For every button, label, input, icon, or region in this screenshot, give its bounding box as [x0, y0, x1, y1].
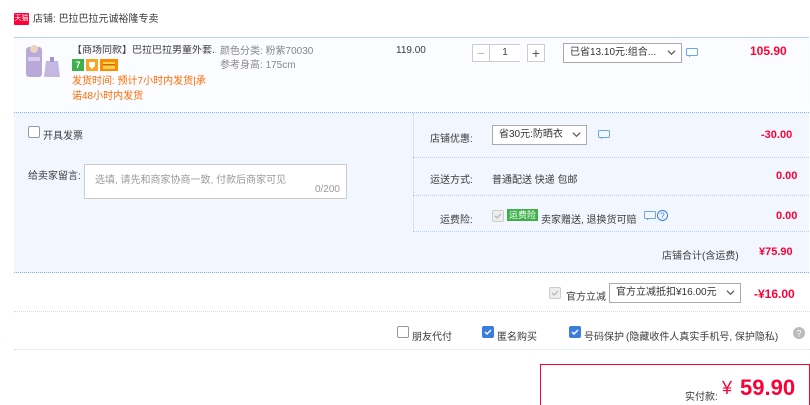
shipping-promise-line1: 发货时间: 预计7小时内发货|承: [72, 76, 206, 87]
total-label: 实付款:: [685, 392, 718, 403]
invoice-label: 开具发票: [43, 131, 83, 142]
shipping-method: 普通配送 快递 包邮: [492, 175, 578, 186]
chevron-down-icon: [726, 290, 735, 296]
message-label: 给卖家留言:: [28, 171, 81, 182]
product-thumbnail[interactable]: [24, 43, 62, 81]
shipping-cost: 0.00: [776, 170, 798, 182]
insurance-checkbox: [492, 210, 504, 222]
size-label: 参考身高:: [220, 60, 263, 71]
shipping-promise: 发货时间: 预计7小时内发货|承 诺48小时内发货: [72, 74, 206, 104]
official-discount-select[interactable]: 官方立减抵扣¥16.00元: [609, 283, 741, 303]
options-row-divider: [413, 231, 809, 232]
item-promo-select[interactable]: 已省13.10元:组合...: [563, 43, 682, 63]
insurance-cost: 0.00: [776, 210, 798, 222]
product-title[interactable]: 【商场同款】巴拉巴拉男童外套...: [72, 45, 216, 57]
size-value: 175cm: [265, 60, 296, 71]
friend-pay-checkbox[interactable]: [397, 326, 409, 338]
seven-day-return-icon: 7: [72, 59, 84, 71]
number-protect-label: 号码保护: [584, 332, 624, 343]
official-discount-label: 官方立减: [566, 292, 606, 303]
shipping-promise-line2: 诺48小时内发货: [72, 91, 144, 102]
official-discount-checkbox: [549, 287, 561, 299]
anonymous-label: 匿名购买: [497, 332, 537, 343]
section-divider: [14, 311, 810, 312]
color-value: 粉紫70030: [265, 46, 314, 57]
shop-discount-select[interactable]: 省30元:防晒衣: [492, 125, 587, 145]
shop-label: 店铺:: [33, 14, 56, 25]
message-textarea[interactable]: 选填, 请先和商家协商一致, 付款后商家可见 0/200: [84, 164, 347, 199]
options-row-divider: [413, 157, 809, 158]
svg-text:?: ?: [660, 212, 665, 221]
help-icon[interactable]: ?: [657, 210, 668, 221]
quantity-input[interactable]: 1: [490, 44, 520, 62]
friend-pay-label: 朋友代付: [412, 332, 452, 343]
official-discount-value: -¥16.00: [754, 287, 795, 301]
guarantee-icon: [86, 59, 98, 71]
svg-text:?: ?: [796, 329, 801, 339]
message-placeholder: 选填, 请先和商家协商一致, 付款后商家可见: [95, 175, 287, 186]
section-divider: [14, 349, 810, 350]
invoice-checkbox[interactable]: [28, 126, 40, 138]
options-row-divider: [413, 195, 809, 196]
shipping-label: 运送方式:: [430, 175, 473, 186]
official-discount-select-value: 官方立减抵扣¥16.00元: [616, 287, 717, 298]
shop-discount-value: -30.00: [761, 129, 793, 141]
tmall-badge: 天猫: [14, 13, 29, 25]
total-currency: ¥: [722, 378, 733, 398]
message-counter: 0/200: [314, 184, 340, 195]
help-icon[interactable]: ?: [793, 327, 805, 339]
shop-total-value: ¥75.90: [759, 246, 793, 258]
quantity-decrease-button[interactable]: −: [472, 44, 490, 62]
insurance-tag: 运费险: [507, 209, 539, 221]
shop-discount-select-value: 省30元:防晒衣: [499, 129, 563, 140]
options-divider: [413, 113, 414, 231]
insurance-desc: 卖家赠送, 退换货可赔: [541, 215, 637, 226]
item-promo-select-value: 已省13.10元:组合...: [570, 47, 657, 58]
quantity-increase-button[interactable]: +: [527, 44, 545, 62]
chat-icon[interactable]: [686, 48, 698, 58]
total-amount: 59.90: [740, 375, 796, 400]
color-label: 颜色分类:: [220, 46, 263, 57]
shop-total-label: 店铺合计(含运费): [662, 251, 739, 262]
insurance-label: 运费险:: [440, 215, 473, 226]
credit-card-icon: [100, 59, 118, 71]
shop-label-row: 店铺: 巴拉巴拉元诚裕隆专卖: [33, 13, 159, 26]
chevron-down-icon: [667, 50, 676, 56]
chat-icon[interactable]: [598, 130, 610, 140]
anonymous-checkbox[interactable]: [482, 326, 494, 338]
unit-price: 119.00: [396, 45, 426, 56]
sku-info: 颜色分类: 粉紫70030 参考身高: 175cm: [220, 45, 313, 73]
chevron-down-icon: [572, 132, 581, 138]
shop-name[interactable]: 巴拉巴拉元诚裕隆专卖: [59, 14, 159, 25]
number-protect-checkbox[interactable]: [569, 326, 581, 338]
chat-icon[interactable]: [644, 211, 656, 221]
number-protect-desc: (隐藏收件人真实手机号, 保护隐私): [626, 332, 779, 343]
shop-discount-label: 店铺优惠:: [430, 134, 473, 145]
item-subtotal: 105.90: [750, 44, 787, 58]
